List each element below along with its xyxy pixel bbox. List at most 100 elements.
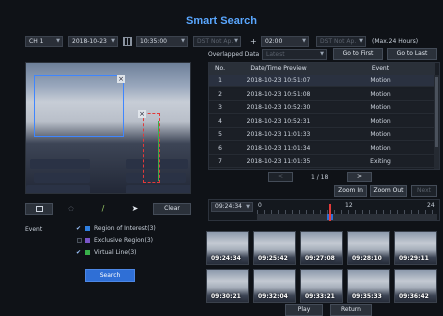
event-option-label: Exclusive Region(3) [94, 237, 153, 244]
virtual-line-color-swatch [85, 250, 90, 255]
prev-page-button[interactable]: < [268, 172, 293, 182]
cell-no: 7 [218, 158, 222, 165]
close-icon[interactable]: × [138, 110, 146, 118]
table-row[interactable]: 4 2018-10-23 10:52:31 Motion [209, 115, 435, 128]
close-icon[interactable]: × [117, 75, 125, 83]
roi-color-swatch [85, 226, 90, 231]
overlapped-label: Overlapped Data [208, 51, 260, 58]
start-time-field[interactable]: 10:35:00 ▼ [136, 36, 188, 47]
thumbnail[interactable]: 09:35:33 [347, 269, 390, 303]
dst-start-select: DST Not Ap. ▼ [193, 36, 241, 47]
cell-event: Motion [370, 117, 391, 125]
thumbnail-time: 09:36:42 [399, 293, 429, 300]
thumbnail[interactable]: 09:25:42 [253, 231, 296, 265]
zoom-in-button[interactable]: Zoom In [334, 185, 367, 197]
cell-time: 2018-10-23 10:52:31 [246, 117, 311, 125]
table-scrollbar[interactable] [434, 75, 439, 169]
calendar-icon[interactable] [123, 37, 132, 46]
pointer-tool-icon[interactable]: ➤ [121, 203, 149, 215]
rectangle-icon [35, 206, 43, 212]
timeline-current-time[interactable]: 09:24:34 ▼ [211, 202, 253, 212]
thumbnail-time: 09:33:21 [305, 293, 335, 300]
cell-time: 2018-10-23 11:01:33 [246, 131, 311, 138]
table-row[interactable]: 2 2018-10-23 10:51:08 Motion [209, 88, 435, 101]
cell-event: Motion [370, 90, 391, 98]
zoom-out-button[interactable]: Zoom Out [370, 185, 407, 197]
scroll-thumb[interactable] [435, 77, 438, 147]
go-to-last-button[interactable]: Go to Last [387, 48, 437, 60]
thumbnail[interactable]: 09:24:34 [206, 231, 249, 265]
polygon-tool-icon: ⬠ [68, 206, 74, 213]
thumbnail[interactable]: 09:33:21 [300, 269, 343, 303]
page-status: 1 / 18 [311, 174, 329, 181]
chevron-down-icon: ▼ [246, 204, 250, 210]
overlapped-value: Latest [266, 51, 285, 58]
chevron-down-icon: ▼ [320, 51, 324, 57]
tick-label: 12 [345, 202, 353, 209]
cell-time: 2018-10-23 11:01:34 [246, 144, 311, 152]
table-row[interactable]: 3 2018-10-23 10:52:30 Motion [209, 102, 435, 114]
camera-preview[interactable]: × × [25, 62, 191, 194]
page-title: Smart Search [186, 15, 257, 27]
channel-select[interactable]: CH 1 ▼ [25, 36, 63, 47]
thumbnail-time: 09:32:04 [258, 293, 288, 300]
dst-end-select: DST Not Ap. ▼ [316, 36, 366, 47]
event-option-label: Virtual Line(3) [94, 249, 137, 256]
thumbnail[interactable]: 09:30:21 [206, 269, 249, 303]
virtual-line[interactable] [158, 121, 159, 181]
plus-sign: + [250, 37, 257, 46]
thumbnail[interactable]: 09:27:08 [300, 231, 343, 265]
thumbnail-time: 09:35:33 [352, 293, 382, 300]
thumbnail[interactable]: 09:32:04 [253, 269, 296, 303]
thumbnail[interactable]: 09:28:10 [347, 231, 390, 265]
thumbnail-time: 09:24:34 [211, 255, 241, 262]
cell-time: 2018-10-23 10:52:30 [246, 104, 311, 111]
next-button: Next [411, 185, 437, 197]
play-button[interactable]: Play [285, 304, 323, 316]
rectangle-tool-button[interactable] [25, 203, 53, 215]
col-header-event: Event [371, 65, 390, 72]
duration-select[interactable]: 02:00 ▼ [261, 36, 309, 47]
timeline-track[interactable] [257, 214, 437, 220]
seat-row [30, 159, 90, 169]
date-field[interactable]: 2018-10-23 ▼ [68, 36, 118, 47]
cell-event: Motion [370, 104, 391, 111]
chevron-down-icon: ▼ [302, 38, 306, 44]
chevron-down-icon: ▼ [111, 38, 115, 44]
chevron-down-icon: ▼ [56, 38, 60, 44]
table-row[interactable]: 7 2018-10-23 11:01:35 Exiting [209, 156, 435, 168]
seat-row [126, 185, 190, 193]
cell-no: 5 [218, 131, 222, 138]
cell-event: Motion [370, 144, 391, 152]
line-tool-icon[interactable]: / [89, 203, 117, 215]
table-row[interactable]: 1 2018-10-23 10:51:07 Motion [209, 75, 435, 87]
timeline[interactable]: 09:24:34 ▼ 0 12 24 [208, 199, 440, 221]
table-row[interactable]: 6 2018-10-23 11:01:34 Motion [209, 142, 435, 155]
checkmark-icon: ✔ [76, 225, 82, 232]
seat-row [26, 185, 90, 193]
cell-no: 4 [218, 117, 222, 125]
thumbnail-time: 09:25:42 [258, 255, 288, 262]
cell-no: 1 [218, 77, 222, 84]
go-to-first-button[interactable]: Go to First [333, 48, 383, 60]
region-of-interest[interactable] [34, 75, 124, 137]
thumbnail[interactable]: 09:29:11 [394, 231, 437, 265]
seat-row [34, 173, 90, 183]
clear-button[interactable]: Clear [153, 203, 191, 215]
start-time-value: 10:35:00 [140, 38, 167, 45]
cell-event: Motion [370, 131, 391, 138]
thumbnail[interactable]: 09:36:42 [394, 269, 437, 303]
chevron-down-icon: ▼ [234, 38, 238, 44]
return-button[interactable]: Return [330, 304, 372, 316]
tick-label: 0 [258, 202, 262, 209]
cell-time: 2018-10-23 10:51:08 [246, 90, 311, 98]
timeline-marker[interactable] [329, 204, 331, 221]
event-label: Event [25, 226, 43, 233]
max-hours-note: (Max.24 Hours) [372, 38, 419, 45]
search-button[interactable]: Search [85, 269, 135, 282]
table-row[interactable]: 5 2018-10-23 11:01:33 Motion [209, 129, 435, 141]
overlapped-select: Latest ▼ [262, 49, 327, 60]
col-header-no: No. [215, 65, 225, 72]
next-page-button[interactable]: > [347, 172, 372, 182]
col-header-time: Date/Time Preview [250, 65, 307, 72]
